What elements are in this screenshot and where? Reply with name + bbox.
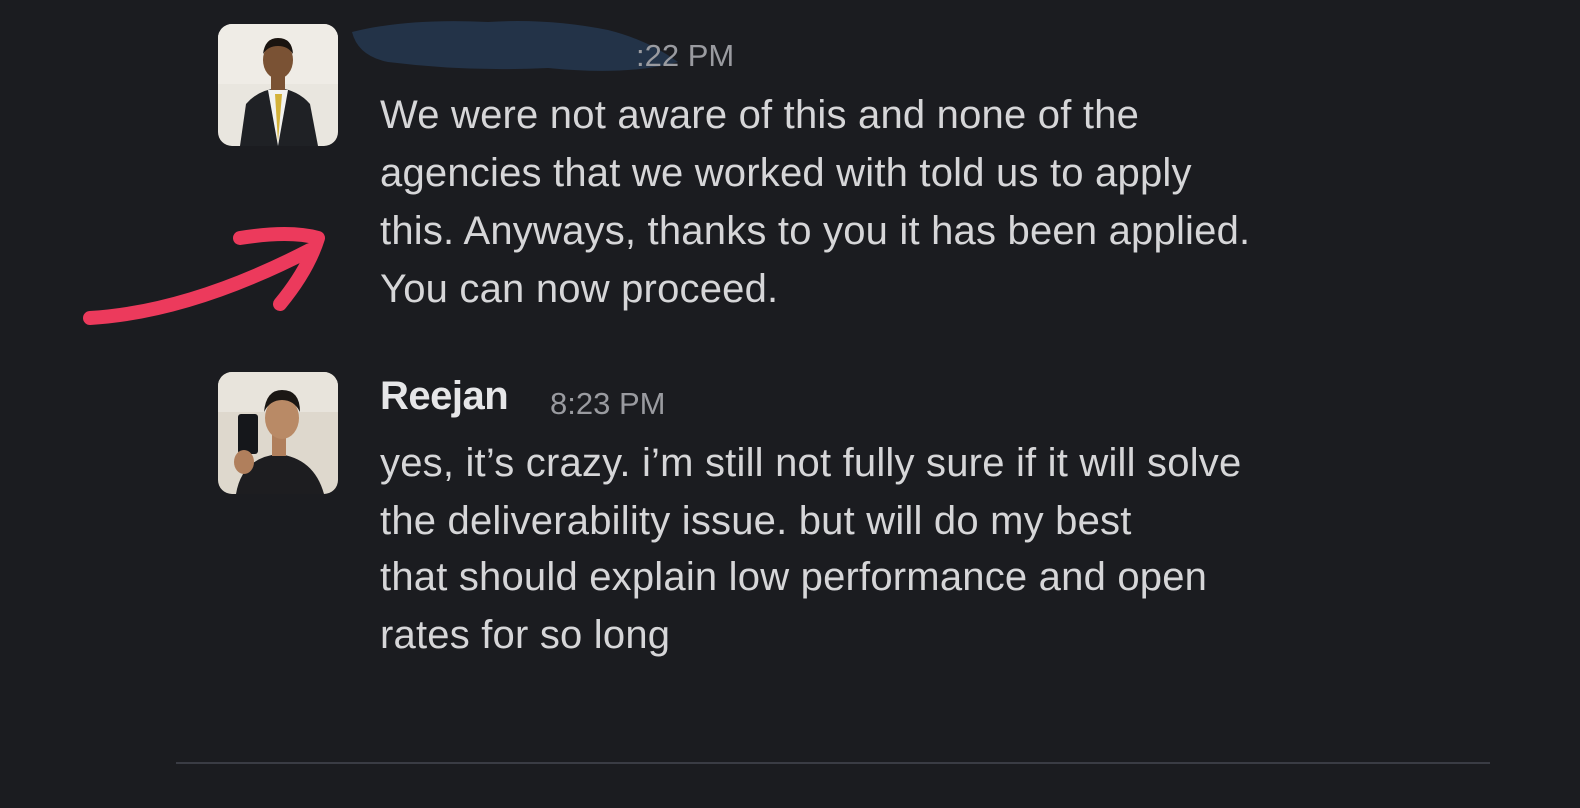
message-header: :22 PM	[352, 21, 1490, 88]
message-line: the deliverability issue. but will do my…	[380, 499, 1132, 543]
avatar[interactable]	[218, 24, 338, 146]
message-timestamp[interactable]: :22 PM	[636, 38, 734, 74]
chat-thread: :22 PM We were not aware of this and non…	[0, 0, 1580, 808]
message-body: We were not aware of this and none of th…	[380, 86, 1490, 318]
message-line: We were not aware of this and none of th…	[380, 93, 1140, 137]
message-line: that should explain low performance and …	[380, 555, 1208, 599]
message-line: rates for so long	[380, 613, 671, 657]
message-timestamp[interactable]: 8:23 PM	[550, 386, 665, 422]
avatar-selfie-image	[218, 372, 338, 494]
annotation-arrow-icon	[83, 227, 325, 325]
divider	[176, 762, 1490, 764]
avatar-man-in-suit-image	[218, 24, 338, 146]
followup-message-body: that should explain low performance and …	[380, 548, 1490, 664]
message-content: Reejan 8:23 PM yes, it’s crazy. i’m stil…	[380, 372, 1490, 664]
message-line: this. Anyways, thanks to you it has been…	[380, 209, 1251, 253]
message-line: yes, it’s crazy. i’m still not fully sur…	[380, 441, 1242, 485]
avatar[interactable]	[218, 372, 338, 494]
message-line: agencies that we worked with told us to …	[380, 151, 1192, 195]
sender-name[interactable]: Reejan	[380, 374, 509, 419]
message-line: You can now proceed.	[380, 267, 779, 311]
message-body: yes, it’s crazy. i’m still not fully sur…	[380, 434, 1490, 550]
message-content: :22 PM We were not aware of this and non…	[352, 21, 1490, 318]
message-header: Reejan 8:23 PM	[380, 372, 1490, 436]
